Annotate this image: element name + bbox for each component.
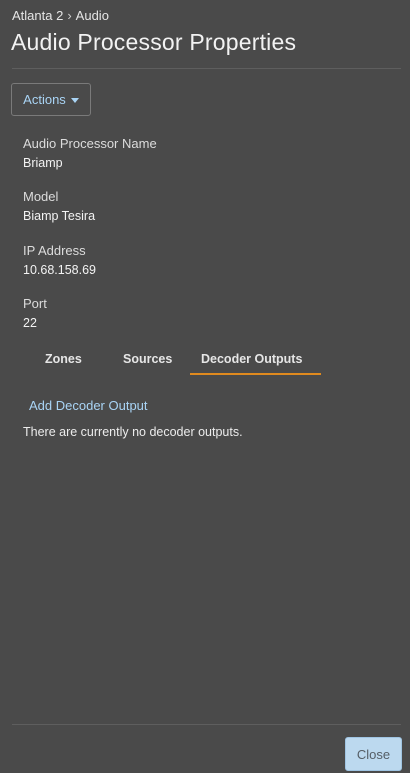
field-audio-processor-name: Audio Processor Name Briamp <box>23 136 157 171</box>
footer-divider <box>12 724 401 725</box>
field-value: Biamp Tesira <box>23 209 96 223</box>
field-model: Model Biamp Tesira <box>23 189 95 224</box>
tab-sources[interactable]: Sources <box>123 352 172 366</box>
caret-down-icon <box>70 97 79 103</box>
breadcrumb-parent[interactable]: Atlanta 2 <box>12 8 63 23</box>
close-button[interactable]: Close <box>345 737 402 771</box>
empty-state-message: There are currently no decoder outputs. <box>23 425 243 439</box>
field-value: 10.68.158.69 <box>23 263 96 277</box>
breadcrumb-current: Audio <box>75 8 109 23</box>
header-divider <box>12 68 401 69</box>
field-label: Audio Processor Name <box>23 136 157 151</box>
tab-zones[interactable]: Zones <box>45 352 82 366</box>
add-decoder-output-link[interactable]: Add Decoder Output <box>29 398 148 413</box>
field-value: Briamp <box>23 156 63 170</box>
field-label: IP Address <box>23 243 86 258</box>
actions-button-label: Actions <box>23 92 66 107</box>
field-port: Port 22 <box>23 296 47 331</box>
actions-button[interactable]: Actions <box>11 83 91 116</box>
field-label: Port <box>23 296 47 311</box>
field-value: 22 <box>23 316 37 330</box>
tab-decoder-outputs[interactable]: Decoder Outputs <box>201 352 302 366</box>
field-label: Model <box>23 189 59 204</box>
page-title: Audio Processor Properties <box>11 29 297 55</box>
active-tab-indicator <box>190 373 321 375</box>
field-ip-address: IP Address 10.68.158.69 <box>23 243 96 278</box>
breadcrumb-separator: › <box>67 8 72 23</box>
breadcrumb: Atlanta 2 › Audio <box>12 8 109 23</box>
tab-bar: Zones Sources Decoder Outputs <box>0 352 410 378</box>
